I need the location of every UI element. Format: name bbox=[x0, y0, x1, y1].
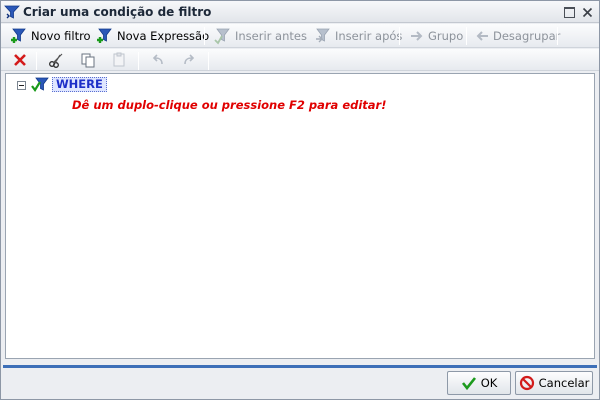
cancel-button[interactable]: Cancelar bbox=[515, 371, 593, 395]
where-node-label[interactable]: WHERE bbox=[52, 77, 107, 92]
insert-after-icon bbox=[316, 28, 330, 43]
paste-icon bbox=[113, 52, 125, 67]
arrow-right-icon bbox=[411, 31, 423, 41]
copy-icon bbox=[81, 53, 95, 68]
toolbar-separator bbox=[557, 27, 558, 45]
toolbar-separator bbox=[138, 52, 139, 70]
toolbar-separator bbox=[204, 27, 205, 45]
insert-after-button[interactable]: Inserir após bbox=[311, 26, 405, 46]
new-filter-button[interactable]: Novo filtro bbox=[7, 26, 94, 46]
redo-icon bbox=[184, 54, 195, 65]
where-funnel-icon bbox=[31, 77, 49, 92]
check-icon bbox=[461, 377, 476, 391]
insert-before-icon bbox=[214, 28, 230, 45]
new-expression-label: Nova Expressão bbox=[117, 29, 210, 43]
cut-button[interactable] bbox=[45, 50, 67, 70]
new-filter-label: Novo filtro bbox=[31, 29, 91, 43]
filter-tree-area[interactable]: WHERE Dê um duplo-clique ou pressione F2… bbox=[5, 73, 595, 359]
toolbar-separator bbox=[208, 52, 209, 70]
toolbar-separator bbox=[36, 52, 37, 70]
title-bar[interactable]: Criar uma condição de filtro bbox=[1, 1, 599, 23]
insert-after-label: Inserir após bbox=[335, 29, 403, 43]
group-label: Grupo bbox=[428, 29, 464, 43]
undo-icon bbox=[152, 54, 163, 65]
new-filter-icon bbox=[11, 28, 26, 43]
copy-button[interactable] bbox=[77, 50, 99, 70]
toolbar-separator bbox=[399, 27, 400, 45]
cancel-label: Cancelar bbox=[538, 376, 590, 390]
footer-divider bbox=[3, 365, 597, 368]
paste-button[interactable] bbox=[108, 50, 130, 70]
redo-button[interactable] bbox=[178, 50, 200, 70]
undo-button[interactable] bbox=[147, 50, 169, 70]
ok-button[interactable]: OK bbox=[447, 371, 511, 395]
window-title: Criar uma condição de filtro bbox=[23, 5, 212, 19]
filter-dialog-window: Criar uma condição de filtro Novo filtro… bbox=[0, 0, 600, 400]
new-expression-icon bbox=[97, 28, 112, 43]
scissors-icon bbox=[49, 53, 63, 68]
ok-label: OK bbox=[480, 376, 498, 390]
filter-funnel-icon bbox=[4, 5, 20, 19]
ungroup-label: Desagrupar bbox=[493, 29, 561, 43]
cancel-icon bbox=[519, 375, 534, 391]
delete-x-icon bbox=[14, 54, 26, 66]
toolbar-separator bbox=[466, 27, 467, 45]
delete-button[interactable] bbox=[9, 50, 31, 70]
insert-before-label: Inserir antes bbox=[235, 29, 307, 43]
arrow-left-icon bbox=[476, 31, 488, 41]
close-icon[interactable] bbox=[582, 7, 593, 18]
group-button[interactable]: Grupo bbox=[406, 26, 466, 46]
main-toolbar: Novo filtro Nova Expressão Inserir antes… bbox=[1, 24, 599, 48]
edit-toolbar bbox=[1, 49, 599, 71]
edit-hint-text: Dê um duplo-clique ou pressione F2 para … bbox=[72, 98, 387, 112]
ungroup-button[interactable]: Desagrupar bbox=[471, 26, 563, 46]
maximize-button[interactable] bbox=[564, 7, 575, 18]
new-expression-button[interactable]: Nova Expressão bbox=[93, 26, 212, 46]
collapse-toggle[interactable] bbox=[17, 81, 26, 90]
insert-before-button[interactable]: Inserir antes bbox=[211, 26, 310, 46]
